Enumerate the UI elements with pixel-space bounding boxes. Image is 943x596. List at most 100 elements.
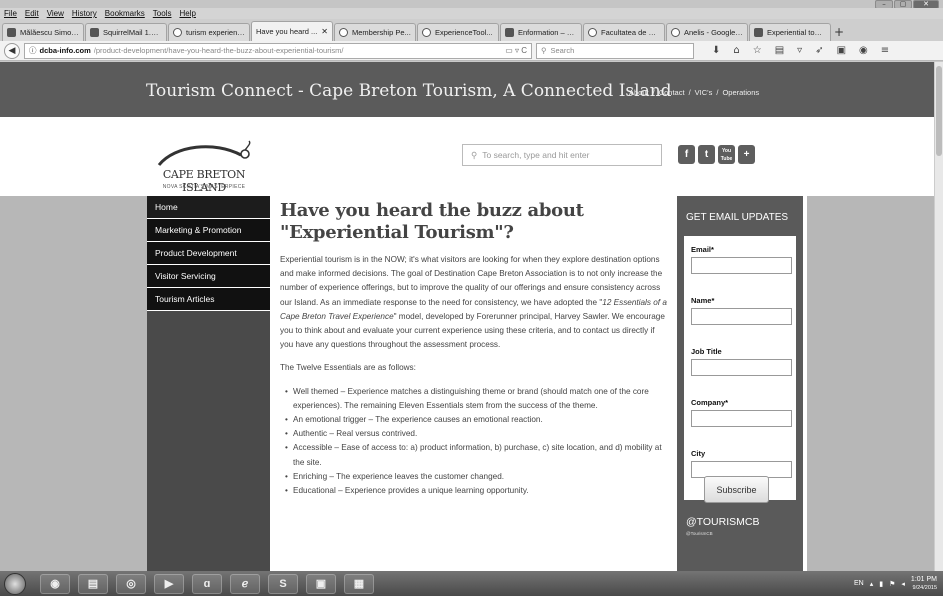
home-icon[interactable]: ⌂ [733, 45, 739, 56]
essentials-list: Well themed – Experience matches a disti… [280, 385, 670, 499]
main-area: Home Marketing & Promotion Product Devel… [147, 196, 807, 571]
email-field[interactable] [691, 257, 792, 274]
twitter-handle[interactable]: @TOURISMCB [686, 516, 759, 528]
tab-experiential-tour[interactable]: Experiential tour... [749, 23, 831, 41]
tab-facultatea[interactable]: Facultatea de G... [583, 23, 665, 41]
taskbar-apps: ◉ ▤ ◎ ▶ ɑ ℯ S ▣ ▦ [40, 573, 374, 594]
twitter-icon[interactable]: t [698, 145, 715, 164]
back-button[interactable]: ◀ [4, 42, 20, 59]
reload-icon[interactable]: ▭ ▿ C [505, 46, 527, 55]
google-icon [671, 28, 680, 37]
menu-tools[interactable]: Tools [153, 8, 172, 19]
sidebar-nav: Home Marketing & Promotion Product Devel… [147, 196, 270, 571]
link-operations[interactable]: Operations [722, 88, 759, 97]
scroll-thumb[interactable] [936, 66, 942, 156]
app-doc-icon[interactable]: ▦ [344, 573, 374, 594]
browser-search-bar[interactable]: ⚲ Search [536, 42, 694, 59]
system-tray: EN ▴ ▮ ⚑ ◂ 1:01 PM 9/24/2015 [854, 576, 943, 592]
tab-label: Enformation – R... [518, 28, 577, 37]
menu-view[interactable]: View [47, 8, 64, 19]
ie-icon[interactable]: ◉ [40, 573, 70, 594]
tab-experience-tool[interactable]: ExperienceTool... [417, 23, 499, 41]
list-item: Well themed – Experience matches a disti… [285, 385, 670, 413]
tab-anelis-google[interactable]: Anelis - Google ... [666, 23, 748, 41]
page-icon [588, 28, 597, 37]
hamburger-menu-icon[interactable]: ≡ [881, 45, 889, 56]
link-contact[interactable]: Contact [659, 88, 685, 97]
job-title-field[interactable] [691, 359, 792, 376]
clock[interactable]: 1:01 PM 9/24/2015 [911, 576, 937, 592]
site-identity-icon[interactable]: ⓘ [29, 45, 37, 56]
start-button[interactable] [4, 572, 26, 595]
list-item: Accessible – Ease of access to: a) produ… [285, 441, 670, 469]
volume-icon[interactable]: ◂ [901, 580, 905, 588]
language-indicator[interactable]: EN [854, 580, 864, 587]
facebook-icon[interactable]: f [678, 145, 695, 164]
skype-icon[interactable]: S [268, 573, 298, 594]
media-icon[interactable]: ◎ [116, 573, 146, 594]
tab-label: turism experient... [186, 28, 245, 37]
site-title[interactable]: Tourism Connect - Cape Breton Tourism, A… [146, 81, 672, 101]
account-icon[interactable]: ◉ [859, 45, 868, 56]
tab-label: Experiential tour... [767, 28, 826, 37]
tab-have-you-heard[interactable]: Have you heard ... ✕ [251, 21, 333, 41]
article-body: Experiential tourism is in the NOW; it's… [280, 253, 670, 498]
link-vics[interactable]: VIC's [695, 88, 713, 97]
tab-turism-experiential[interactable]: turism experient... [168, 23, 250, 41]
app-a-icon[interactable]: ɑ [192, 573, 222, 594]
download-icon[interactable]: ⬇ [712, 45, 720, 56]
address-bar[interactable]: ⓘ dcba-info.com /product-development/hav… [24, 42, 532, 59]
name-label: Name* [691, 296, 715, 305]
youtube-icon[interactable]: You Tube [718, 145, 735, 164]
bookmarks-list-icon[interactable]: ▤ [775, 45, 784, 56]
menu-history[interactable]: History [72, 8, 97, 19]
company-field[interactable] [691, 410, 792, 427]
send-icon[interactable]: ➶ [815, 45, 823, 56]
logo-text: CAPE BRETON ISLAND [162, 168, 246, 194]
bookmark-star-icon[interactable]: ☆ [753, 45, 762, 56]
tab-squirrelmail[interactable]: SquirrelMail 1.4.... [85, 23, 167, 41]
google-plus-icon[interactable]: + [738, 145, 755, 164]
tab-malaescu-simona[interactable]: Mălăescu Simona [2, 23, 84, 41]
page-icon [422, 28, 431, 37]
menu-file[interactable]: File [4, 8, 17, 19]
app-window-icon[interactable]: ▣ [306, 573, 336, 594]
site-search-input[interactable]: ⚲ To search, type and hit enter [462, 144, 662, 166]
logo-swoosh-icon [157, 140, 251, 166]
extension-icon[interactable]: ▣ [837, 45, 846, 56]
name-field[interactable] [691, 308, 792, 325]
page-scrollbar[interactable] [934, 62, 943, 571]
tray-arrow-icon[interactable]: ▴ [870, 580, 874, 588]
tab-label: Have you heard ... [256, 27, 318, 36]
pocket-icon[interactable]: ▿ [797, 45, 802, 56]
social-links: f t You Tube + [678, 145, 755, 164]
navigation-bar: ◀ ⓘ dcba-info.com /product-development/h… [0, 41, 943, 61]
subscribe-button[interactable]: Subscribe [704, 476, 769, 503]
tab-enformation[interactable]: Enformation – R... [500, 23, 582, 41]
play-icon[interactable]: ▶ [154, 573, 184, 594]
menu-edit[interactable]: Edit [25, 8, 39, 19]
menu-help[interactable]: Help [179, 8, 195, 19]
search-placeholder: Search [550, 46, 575, 55]
sidebar-item-tourism-articles[interactable]: Tourism Articles [147, 288, 270, 311]
sidebar-item-marketing[interactable]: Marketing & Promotion [147, 219, 270, 242]
windows-taskbar: ◉ ▤ ◎ ▶ ɑ ℯ S ▣ ▦ EN ▴ ▮ ⚑ ◂ 1:01 PM 9/2… [0, 571, 943, 596]
sidebar-item-home[interactable]: Home [147, 196, 270, 219]
new-tab-button[interactable]: + [832, 23, 846, 41]
facebook-icon [7, 28, 16, 37]
link-about[interactable]: About [629, 88, 649, 97]
explorer-icon[interactable]: ▤ [78, 573, 108, 594]
app-e-icon[interactable]: ℯ [230, 573, 260, 594]
page-title: Have you heard the buzz about "Experient… [280, 200, 584, 243]
menu-bookmarks[interactable]: Bookmarks [105, 8, 145, 19]
sidebar-item-visitor-servicing[interactable]: Visitor Servicing [147, 265, 270, 288]
tab-close-icon[interactable]: ✕ [321, 27, 328, 36]
flag-icon[interactable]: ⚑ [889, 580, 895, 588]
network-icon[interactable]: ▮ [879, 580, 883, 588]
email-label: Email* [691, 245, 714, 254]
tab-membership[interactable]: Membership Pe... [334, 23, 416, 41]
menu-bar: File Edit View History Bookmarks Tools H… [0, 8, 943, 19]
link-separator: / [652, 88, 655, 97]
sidebar-item-product-development[interactable]: Product Development [147, 242, 270, 265]
cape-breton-logo[interactable]: CAPE BRETON ISLAND NOVA SCOTIA'S MASTERP… [145, 139, 263, 194]
